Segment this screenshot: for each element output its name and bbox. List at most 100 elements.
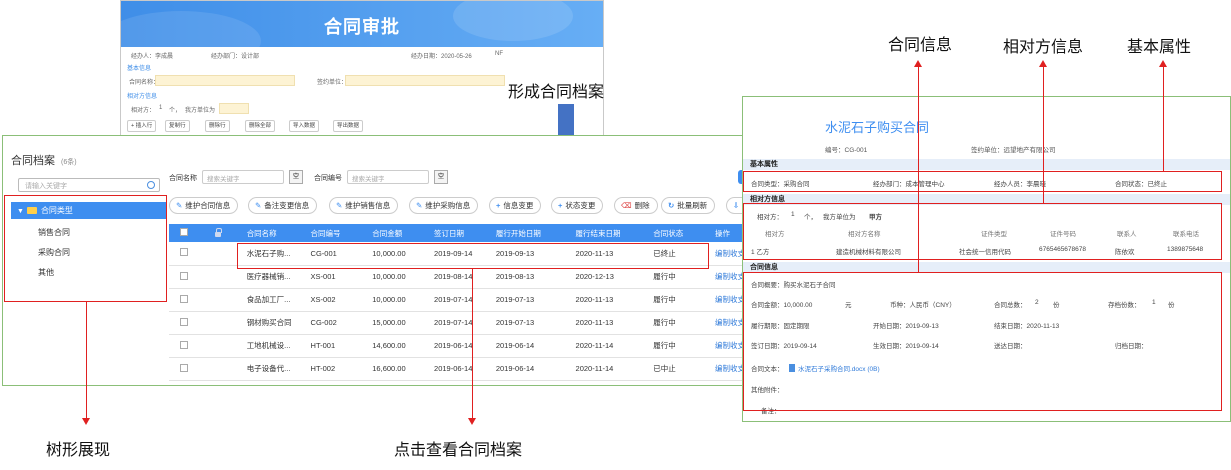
cp-row-index: 1 乙方 (751, 249, 770, 256)
row-checkbox[interactable] (169, 334, 197, 358)
col-end-date[interactable]: 履行结束日期 (569, 224, 648, 242)
counterparty-connector-line (1043, 64, 1044, 203)
col-status[interactable]: 合同状态 (647, 224, 709, 242)
tree-node-sales[interactable]: 销售合同 (38, 227, 70, 238)
role-label: 我方单位为 (823, 214, 856, 221)
cp-col-5: 联系电话 (1173, 231, 1199, 238)
table-header-row: 合同名称 合同编号 合同金额 签订日期 履行开始日期 履行结束日期 合同状态 操… (169, 224, 749, 242)
table-cell: HT-002 (304, 357, 367, 381)
party-input[interactable] (345, 75, 505, 86)
delete-all-button[interactable]: 删除全部 (245, 120, 276, 132)
caret-down-icon[interactable]: ▼ (17, 208, 24, 215)
filter-no-input[interactable]: 搜索关键字 (347, 170, 429, 184)
col-name[interactable]: 合同名称 (240, 224, 305, 242)
role-value: 甲方 (869, 214, 882, 221)
table-cell: 2020-11-14 (569, 334, 648, 358)
table-row[interactable]: 食品加工厂... XS-002 10,000.00 2019-07-14 2019-07… (169, 288, 749, 312)
delete-row-button[interactable]: 删除行 (205, 120, 230, 132)
table-cell: 履行中 (647, 265, 709, 289)
maintain-sales-button[interactable]: ✎ 维护销售信息 (329, 197, 399, 214)
counter-label: 相对方： (131, 108, 156, 114)
table-cell: 2019-06-14 (489, 334, 570, 358)
table-cell[interactable]: 食品加工厂... (240, 288, 305, 312)
contract-detail-panel: 水泥石子购买合同 编号：CG-001 签约单位：远望地产有限公司 基本属性 合同… (742, 96, 1231, 422)
counter-unit: 个， (804, 214, 817, 221)
role-label: 我方单位为 (185, 108, 216, 114)
archive-title: 合同档案 (11, 155, 55, 167)
maintain-contract-button[interactable]: ✎ 维护合同信息 (169, 197, 239, 214)
table-cell[interactable]: 水泥石子购... (240, 242, 305, 266)
table-cell: 2019-06-14 (428, 334, 490, 358)
table-cell: 10,000.00 (366, 288, 429, 312)
export-data-button[interactable]: 导出数据 (333, 120, 364, 132)
table-cell[interactable]: 工地机械设... (240, 334, 305, 358)
lock-icon (196, 224, 241, 242)
table-row[interactable]: 工地机械设... HT-001 14,600.00 2019-06-14 2019-06… (169, 334, 749, 358)
ci-text-label: 合同文本： (751, 366, 784, 373)
copy-row-button[interactable]: 复制行 (165, 120, 190, 132)
contract-approval-form: 合同审批 经办人：李成晨 经办部门：设计部 经办日期：2020-05-26 NF… (120, 0, 604, 136)
select-all-checkbox[interactable] (169, 224, 197, 242)
table-cell[interactable]: 电子设备代... (240, 357, 305, 381)
table-cell[interactable]: 钢材购买合同 (240, 311, 305, 335)
tree-node-purchase[interactable]: 采购合同 (38, 247, 70, 258)
table-cell: 16,600.00 (366, 357, 429, 381)
ci-period: 履行期限：固定期限 (751, 323, 810, 330)
info-change-button[interactable]: + 信息变更 (489, 197, 542, 214)
table-row[interactable]: 水泥石子购... CG-001 10,000.00 2019-09-14 2019-09… (169, 242, 749, 266)
search-icon[interactable] (147, 181, 155, 189)
delete-button[interactable]: ⌫ 删除 (614, 197, 658, 214)
table-cell: CG-001 (304, 242, 367, 266)
table-row[interactable]: 钢材购买合同 CG-002 15,000.00 2019-07-14 2019-07-1… (169, 311, 749, 335)
basic-attr-connector-line (1163, 64, 1164, 171)
cp-row-contact: 陈依欢 (1115, 249, 1135, 256)
ci-copies-unit: 份 (1053, 302, 1060, 309)
role-select[interactable] (219, 103, 249, 114)
ci-text-file-link[interactable]: 水泥石子采购合同.docx (0B) (789, 363, 880, 373)
table-row[interactable]: 电子设备代... HT-002 16,600.00 2019-06-14 2019-06… (169, 357, 749, 381)
counter-unit: 个， (169, 108, 182, 114)
col-amount[interactable]: 合同金额 (366, 224, 429, 242)
filter-no-clear-button[interactable]: 空 (434, 170, 448, 184)
row-lock-cell (196, 288, 241, 312)
status-change-button[interactable]: + 状态变更 (551, 197, 604, 214)
table-cell: 2019-06-14 (428, 357, 490, 381)
ci-stored: 存档份数： (1108, 302, 1141, 309)
table-row[interactable]: 医疗器械销... XS-001 10,000.00 2019-08-14 2019-08… (169, 265, 749, 289)
row-checkbox[interactable] (169, 311, 197, 335)
col-no[interactable]: 合同编号 (304, 224, 367, 242)
col-sign-date[interactable]: 签订日期 (428, 224, 490, 242)
contract-info-connector-line (918, 64, 919, 272)
contract-name-input[interactable] (155, 75, 295, 86)
folder-icon (26, 207, 37, 214)
import-data-button[interactable]: 导入数据 (289, 120, 320, 132)
party-label: 签约单位： (317, 80, 348, 86)
remark-change-button[interactable]: ✎ 备注变更信息 (248, 197, 318, 214)
table-cell: 10,000.00 (366, 242, 429, 266)
handler-label: 经办人：李成晨 (131, 54, 174, 60)
batch-refresh-button[interactable]: ↻ 批量刷新 (661, 197, 716, 214)
row-checkbox[interactable] (169, 288, 197, 312)
ci-currency: 币种：人民币（CNY） (890, 302, 956, 309)
maintain-purchase-button[interactable]: ✎ 维护采购信息 (409, 197, 479, 214)
col-start-date[interactable]: 履行开始日期 (489, 224, 570, 242)
filter-name-input[interactable]: 搜索关键字 (202, 170, 284, 184)
ci-stored-unit: 份 (1168, 302, 1175, 309)
table-cell: 2020-11-13 (569, 242, 648, 266)
anno-contract-info: 合同信息 (888, 37, 953, 54)
row-checkbox[interactable] (169, 265, 197, 289)
tree-node-other[interactable]: 其他 (38, 267, 54, 278)
table-cell: 2020-11-14 (569, 357, 648, 381)
tree-search-input[interactable]: 请输入关键字 (18, 178, 160, 192)
tree-search-placeholder: 请输入关键字 (25, 183, 67, 190)
row-lock-cell (196, 242, 241, 266)
tree-node-contract-type[interactable]: ▼ 合同类型 (11, 202, 166, 219)
row-checkbox[interactable] (169, 357, 197, 381)
filter-name-clear-button[interactable]: 空 (289, 170, 303, 184)
row-checkbox[interactable] (169, 242, 197, 266)
insert-row-button[interactable]: + 插入行 (127, 120, 157, 132)
basic-dept: 经办部门：成本管理中心 (873, 181, 945, 188)
counter-count: 1 (159, 105, 163, 111)
ci-start: 开始日期：2019-09-13 (873, 323, 939, 330)
table-cell[interactable]: 医疗器械销... (240, 265, 305, 289)
